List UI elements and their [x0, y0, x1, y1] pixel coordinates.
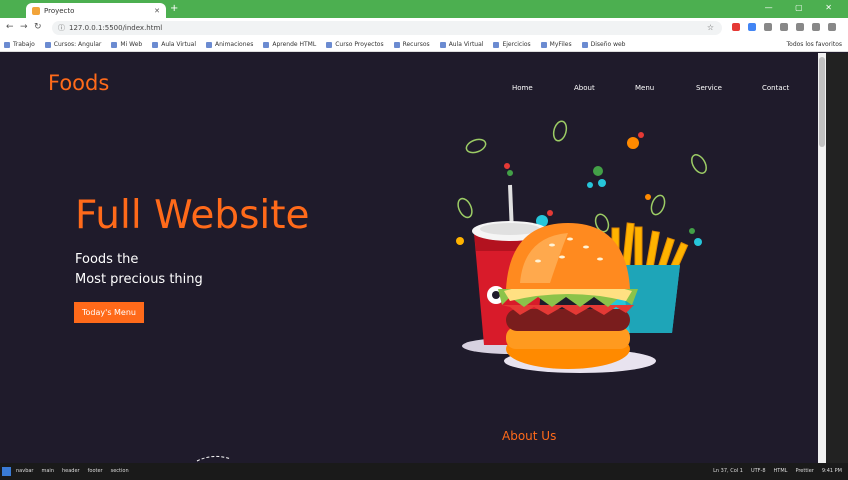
status-right-item[interactable]: 9:41 PM: [822, 468, 842, 474]
bookmark-label: Diseño web: [590, 41, 626, 48]
bookmark-label: Recursos: [402, 41, 430, 48]
bookmark-icon: [263, 41, 270, 48]
bookmark-icon: [44, 41, 51, 48]
new-tab-button[interactable]: +: [170, 3, 178, 14]
forward-arrow-icon[interactable]: →: [20, 22, 28, 32]
bookmark-item[interactable]: Animaciones: [206, 41, 253, 48]
tab-favicon-icon: [32, 6, 40, 15]
status-right-item[interactable]: HTML: [774, 468, 788, 474]
status-right-item[interactable]: UTF-8: [751, 468, 766, 474]
editor-side-panel: [826, 53, 848, 463]
bookmark-item[interactable]: Recursos: [393, 41, 430, 48]
menu-icon[interactable]: [828, 23, 836, 31]
reload-icon[interactable]: ↻: [34, 22, 42, 32]
bookmark-item[interactable]: Diseño web: [581, 41, 626, 48]
bookmark-icon: [540, 41, 547, 48]
bookmark-item[interactable]: Trabajo: [4, 41, 35, 48]
back-arrow-icon[interactable]: ←: [6, 22, 14, 32]
bookmark-icon: [439, 41, 446, 48]
status-item[interactable]: footer: [88, 468, 103, 474]
browser-tab-bar: Proyecto ✕ + — ▢ ✕: [0, 0, 848, 18]
hero-title: Full Website: [75, 193, 310, 238]
status-item[interactable]: main: [42, 468, 55, 474]
tab-close-icon[interactable]: ✕: [154, 7, 166, 15]
hero-subtitle-line: Most precious thing: [75, 272, 203, 287]
web-page: Foods Home About Menu Service Contact Fu…: [0, 53, 818, 463]
bookmark-icon: [206, 41, 212, 48]
status-item[interactable]: header: [62, 468, 80, 474]
bookmarks-all-folder[interactable]: Todos los favoritos: [787, 41, 843, 48]
nav-link-menu[interactable]: Menu: [635, 84, 654, 92]
bookmark-item[interactable]: Aprende HTML: [263, 41, 316, 48]
status-items: navbar main header footer section: [16, 468, 129, 474]
nav-link-home[interactable]: Home: [512, 84, 533, 92]
bookmark-icon: [326, 41, 333, 48]
bookmark-label: MyFiles: [549, 41, 572, 48]
extension-icons: [732, 23, 836, 31]
bookmark-item[interactable]: Aula Virtual: [439, 41, 484, 48]
about-heading: About Us: [502, 429, 557, 443]
url-text: 127.0.0.1:5500/index.html: [69, 24, 163, 32]
bookmark-label: Aula Virtual: [161, 41, 196, 48]
url-input[interactable]: ⓘ 127.0.0.1:5500/index.html ☆: [52, 21, 722, 35]
scrollbar-thumb[interactable]: [819, 57, 825, 147]
hero-subtitle: Foods the Most precious thing: [75, 250, 203, 290]
nav-link-service[interactable]: Service: [696, 84, 722, 92]
nav-link-about[interactable]: About: [574, 84, 595, 92]
decorative-divider: [196, 455, 232, 462]
bookmark-label: Mi Web: [120, 41, 143, 48]
bookmark-item[interactable]: Ejercicios: [493, 41, 531, 48]
tab-title: Proyecto: [44, 6, 75, 15]
bookmark-icon: [493, 41, 500, 48]
site-info-icon[interactable]: ⓘ: [58, 23, 65, 33]
status-right-item[interactable]: Ln 37, Col 1: [713, 468, 743, 474]
bookmark-label: Curso Proyectos: [335, 41, 384, 48]
bookmark-label: Aula Virtual: [448, 41, 484, 48]
bookmark-item[interactable]: Mi Web: [111, 41, 142, 48]
extension-icon[interactable]: [764, 23, 772, 31]
bookmark-label: Trabajo: [13, 41, 35, 48]
extension-icon[interactable]: [748, 23, 756, 31]
bookmark-label: Cursos: Angular: [53, 41, 102, 48]
bookmark-item[interactable]: Aula Virtual: [152, 41, 196, 48]
remote-indicator-icon[interactable]: [2, 467, 11, 476]
status-item[interactable]: section: [111, 468, 129, 474]
page-scrollbar[interactable]: [818, 53, 826, 463]
site-logo[interactable]: Foods: [48, 71, 109, 95]
extension-icon[interactable]: [780, 23, 788, 31]
hero-subtitle-line: Foods the: [75, 252, 139, 267]
bookmark-label: Animaciones: [215, 41, 254, 48]
bookmark-icon: [581, 41, 588, 48]
bookmark-icon: [393, 41, 400, 48]
bookmarks-bar: Trabajo Cursos: Angular Mi Web Aula Virtual…: [0, 38, 848, 52]
browser-tab[interactable]: Proyecto ✕: [26, 3, 166, 18]
profile-icon[interactable]: [812, 23, 820, 31]
bookmark-star-icon[interactable]: ☆: [707, 23, 714, 32]
nav-link-contact[interactable]: Contact: [762, 84, 789, 92]
window-controls[interactable]: — ▢ ✕: [765, 3, 842, 12]
extension-icon[interactable]: [796, 23, 804, 31]
bookmark-icon: [111, 41, 118, 48]
bookmark-item[interactable]: MyFiles: [540, 41, 572, 48]
bookmark-label: Ejercicios: [502, 41, 531, 48]
todays-menu-button[interactable]: Today's Menu: [74, 302, 144, 323]
address-bar: ← → ↻ ⓘ 127.0.0.1:5500/index.html ☆: [0, 18, 848, 38]
status-bar: navbar main header footer section Ln 37, Col…: [0, 463, 848, 480]
bookmark-icon: [152, 41, 159, 48]
bookmark-icon: [4, 41, 10, 48]
bookmark-item[interactable]: Curso Proyectos: [326, 41, 384, 48]
status-right: Ln 37, Col 1 UTF-8 HTML Prettier 9:41 PM: [713, 468, 842, 474]
status-right-item[interactable]: Prettier: [795, 468, 813, 474]
extension-icon[interactable]: [732, 23, 740, 31]
bookmark-label: Aprende HTML: [272, 41, 317, 48]
status-item[interactable]: navbar: [16, 468, 34, 474]
bookmark-item[interactable]: Cursos: Angular: [44, 41, 102, 48]
fast-food-illustration: [456, 120, 707, 373]
